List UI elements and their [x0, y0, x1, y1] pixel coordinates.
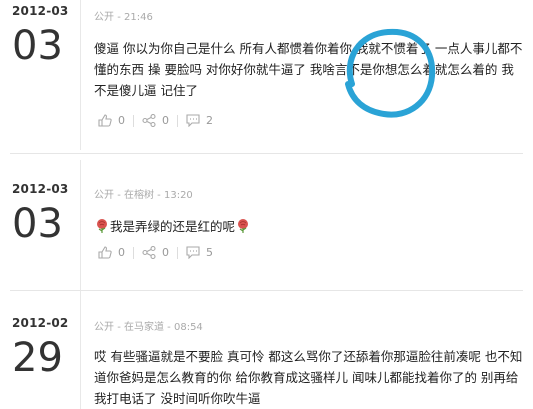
share-button[interactable]: 0: [142, 114, 169, 127]
share-icon: [142, 246, 156, 259]
post-text: 我是弄绿的还是红的呢: [110, 219, 236, 234]
post-actions: 0 0 2: [98, 114, 213, 127]
post-visibility: 公开: [94, 12, 114, 23]
share-count: 0: [162, 246, 169, 259]
post-location: 在榕树: [123, 190, 154, 201]
post-meta: 公开 - 21:46: [94, 12, 153, 23]
post-content: 我是弄绿的还是红的呢: [94, 216, 526, 237]
post-time: 08:54: [173, 322, 203, 333]
post-meta: 公开 - 在马家道 - 08:54: [94, 322, 203, 333]
like-count: 0: [118, 246, 125, 259]
post-year-month: 2012-03: [12, 4, 69, 18]
post-date: 2012-02 29: [12, 316, 84, 378]
post-day: 03: [12, 201, 63, 247]
post-content: 哎 有些骚逼就是不要脸 真可怜 都这么骂你了还舔着你那逼脸往前凑呢 也不知道你爸…: [94, 349, 523, 406]
post-day: 29: [12, 335, 63, 381]
post-time: 13:20: [163, 190, 193, 201]
comment-icon: [186, 246, 200, 259]
post-divider: [10, 153, 523, 154]
like-button[interactable]: 0: [98, 246, 125, 259]
share-button[interactable]: 0: [142, 246, 169, 259]
post-actions: 0 0 5: [98, 246, 213, 259]
annotation-circle: [345, 28, 436, 118]
rose-emoji-icon: [238, 219, 249, 233]
like-button[interactable]: 0: [98, 114, 125, 127]
comment-count: 2: [206, 114, 213, 127]
timeline-line: [80, 160, 81, 300]
comment-icon: [186, 114, 200, 127]
post-content: 傻逼 你以为你自己是什么 所有人都惯着你着你 我就不惯着了 一点人事儿都不懂的东…: [94, 41, 523, 98]
post-visibility: 公开: [94, 190, 114, 201]
thumbs-up-icon: [98, 246, 112, 259]
post-time: 21:46: [123, 12, 153, 23]
rose-emoji-icon: [97, 219, 107, 233]
post-divider: [10, 290, 523, 291]
post-date: 2012-03 03: [12, 182, 84, 244]
post-visibility: 公开: [94, 322, 114, 333]
post-day: 03: [12, 23, 63, 69]
post-year-month: 2012-03: [12, 182, 69, 196]
comment-button[interactable]: 5: [186, 246, 213, 259]
timeline-line: [80, 296, 81, 409]
share-icon: [142, 114, 156, 127]
post-date: 2012-03 03: [12, 4, 84, 66]
post-year-month: 2012-02: [12, 316, 69, 330]
post-location: 在马家道: [123, 322, 164, 333]
thumbs-up-icon: [98, 114, 112, 127]
comment-button[interactable]: 2: [186, 114, 213, 127]
comment-count: 5: [206, 246, 213, 259]
like-count: 0: [118, 114, 125, 127]
timeline-line: [80, 0, 81, 150]
post-meta: 公开 - 在榕树 - 13:20: [94, 190, 193, 201]
share-count: 0: [162, 114, 169, 127]
